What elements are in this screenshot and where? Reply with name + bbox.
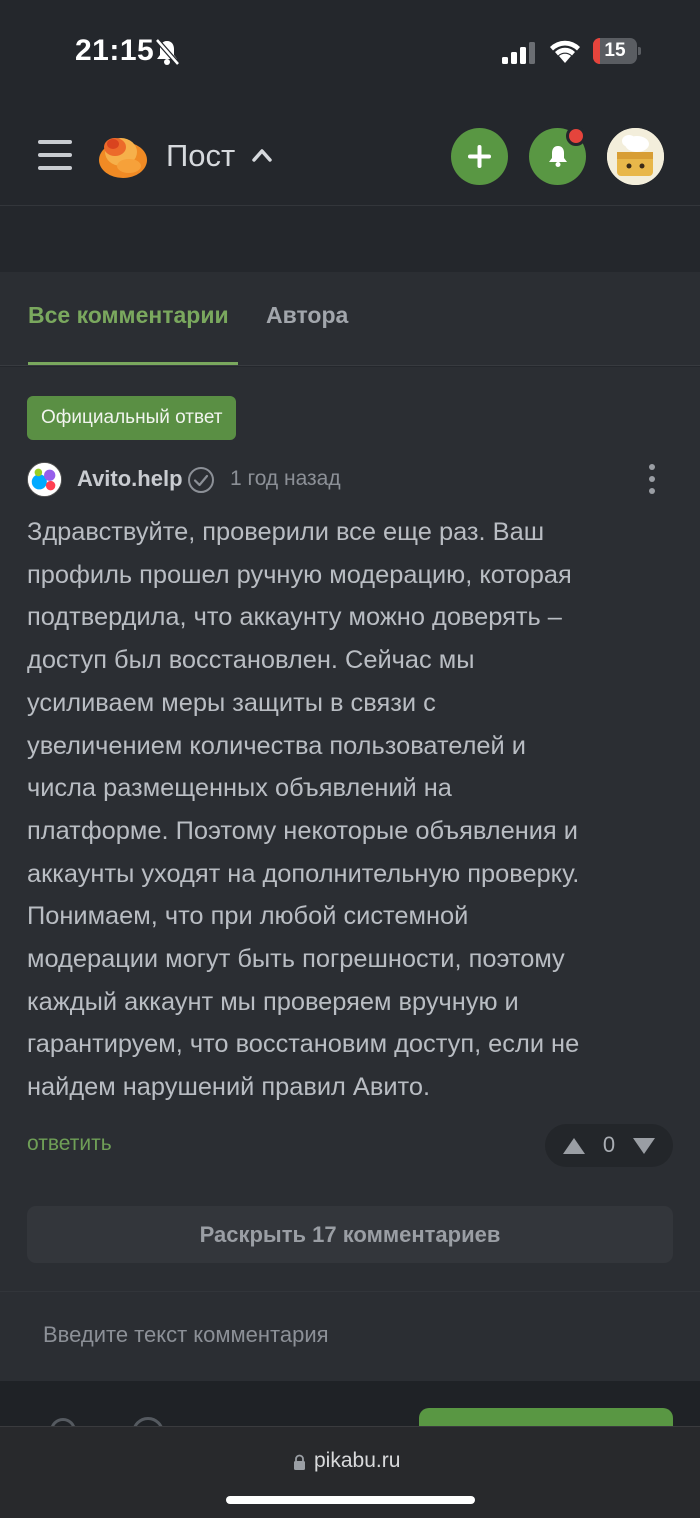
comment-input-area (0, 1291, 700, 1381)
status-time: 21:15 (75, 34, 155, 67)
more-options-icon[interactable] (648, 464, 656, 494)
add-post-button[interactable] (451, 128, 508, 185)
cellular-signal-icon (502, 42, 535, 64)
tab-all-comments[interactable]: Все комментарии (28, 302, 229, 329)
submit-comment-button[interactable] (419, 1408, 673, 1426)
battery-level: 15 (604, 40, 626, 61)
url-text[interactable]: pikabu.ru (314, 1449, 400, 1473)
comment-tabs: Все комментарии Автора (0, 272, 700, 366)
active-tab-indicator (28, 362, 238, 365)
lock-icon (294, 1454, 305, 1470)
home-indicator[interactable] (226, 1496, 475, 1504)
emoji-icon[interactable] (132, 1417, 164, 1426)
notification-badge (566, 126, 586, 146)
rating-control: 0 (545, 1124, 673, 1167)
attach-image-icon[interactable] (50, 1418, 76, 1426)
page-title[interactable]: Пост (166, 138, 235, 174)
rating-count: 0 (602, 1132, 616, 1157)
plus-icon (468, 145, 491, 168)
verified-icon (188, 467, 214, 493)
author-name[interactable]: Avito.help (77, 466, 183, 492)
comment-time[interactable]: 1 год назад (230, 467, 341, 491)
bell-icon (549, 146, 567, 167)
pikabu-logo[interactable] (97, 130, 149, 180)
reply-link[interactable]: ответить (27, 1132, 112, 1156)
browser-address-bar: pikabu.ru (0, 1426, 700, 1518)
page: 21:15 15 Пост Все комментарии Автора Офи… (0, 0, 700, 1518)
downvote-icon[interactable] (632, 1137, 656, 1155)
bell-off-icon (155, 38, 180, 66)
comment-toolbar (0, 1381, 700, 1426)
battery-icon: 15 (593, 38, 641, 64)
tab-author[interactable]: Автора (266, 302, 348, 329)
comment-input[interactable] (27, 1306, 673, 1364)
upvote-icon[interactable] (562, 1137, 586, 1155)
notifications-button[interactable] (529, 126, 586, 185)
comment: Официальный ответ Avito.help 1 год назад… (0, 367, 700, 1291)
status-bar: 21:15 15 (0, 0, 700, 100)
expand-comments-button[interactable]: Раскрыть 17 комментариев (27, 1206, 673, 1263)
chevron-up-icon[interactable] (251, 146, 273, 164)
official-answer-badge: Официальный ответ (27, 396, 237, 440)
author-avatar[interactable] (27, 462, 62, 497)
user-avatar[interactable] (607, 128, 664, 185)
hamburger-menu-icon[interactable] (38, 140, 72, 170)
wifi-icon (550, 40, 580, 63)
app-header: Пост (0, 100, 700, 206)
comment-text: Здравствуйте, проверили все еще раз. Ваш… (27, 518, 580, 1102)
